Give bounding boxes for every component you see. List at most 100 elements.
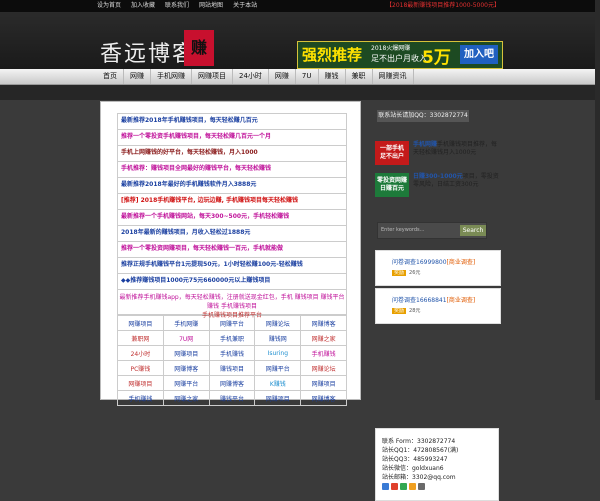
link-grid-cell[interactable]: 赚钱项目 [208,360,256,376]
link-grid-cell[interactable]: 网赚项目 [300,375,347,391]
ad-link-8[interactable]: 2018年最新的赚钱项目，月收入轻松过1888元 [117,226,347,242]
link-grid-cell[interactable]: 赚钱平台 [208,390,256,406]
more-share-icon[interactable] [418,483,425,490]
site-header: 香远博客 赚 强烈推荐 2018火爆网赚 足不出户月收入 5万 加入吧 [0,12,600,69]
nav-item-projects[interactable]: 网赚项目 [192,69,233,84]
promo-1-image: 一部手机 足不出户 [375,141,409,165]
nav-item-home[interactable]: 首页 [97,69,124,84]
survey-2-tag: [商业调查] [446,297,476,304]
weibo-share-icon[interactable] [391,483,398,490]
survey-2-title[interactable]: 问卷调查16668841 [392,297,447,304]
banner-amount: 5万 [422,48,451,68]
ad-link-4[interactable]: 手机推荐：赚钱项目全网最好的赚钱平台，每天轻松赚钱 [117,162,347,178]
link-grid-row: PC赚钱 网赚博客 赚钱项目 网赚平台 网赚论坛 [117,360,347,376]
promo-1-title[interactable]: 手机网赚 [413,141,437,148]
contact-line-3: 站长QQ3：485993247 [382,456,448,463]
top-link-about[interactable]: 关于本站 [233,1,257,11]
search-input[interactable]: Enter keywords... [381,223,424,238]
link-grid-cell[interactable]: 网赚项目 [254,390,302,406]
link-grid-cell[interactable]: 网赚项目 [117,315,164,331]
link-grid-cell[interactable]: 网赚博客 [300,390,347,406]
link-grid-cell[interactable]: 24小时 [117,345,164,361]
logo-text: 香远博客 [100,42,197,67]
link-grid-cell[interactable]: 手机赚钱 [300,345,347,361]
link-grid-cell[interactable]: 网赚平台 [254,360,302,376]
link-grid-cell[interactable]: 赚钱网 [254,330,302,346]
link-grid-cell[interactable]: 网赚之家 [300,330,347,346]
top-link-contact[interactable]: 联系我们 [165,1,189,11]
banner-subline: 2018火爆网赚 [371,45,411,52]
qq-contact-badge: 联系站长请加QQ：3302872774 [377,110,469,122]
nav-item-7u[interactable]: 7U [296,69,319,84]
featured-ad[interactable]: 最新推荐手机赚钱app，每天轻松赚钱，注册就送现金红包，手机 赚钱项目 赚钱平台… [117,290,347,319]
site-logo[interactable]: 香远博客 赚 [100,30,220,72]
survey-2-reward: 28元 [409,308,421,314]
qzone-share-icon[interactable] [409,483,416,490]
nav-item-24h[interactable]: 24小时 [233,69,269,84]
featured-ad-line1: 最新推荐手机赚钱app，每天轻松赚钱，注册就送现金红包，手机 赚钱项目 赚钱平台… [119,294,345,310]
banner-join-button[interactable]: 加入吧 [460,45,498,64]
page-scrollbar[interactable] [595,0,600,400]
link-grid-cell[interactable]: Isuring [254,345,302,361]
nav-item-wangzhuan-2[interactable]: 网赚 [269,69,296,84]
nav-item-wangzhuan[interactable]: 网赚 [124,69,151,84]
top-link-favorite[interactable]: 加入收藏 [131,1,155,11]
link-grid-cell[interactable]: 手机赚钱 [208,345,256,361]
link-grid-cell[interactable]: 兼职网 [117,330,164,346]
ad-link-6[interactable]: [推荐] 2018手机赚钱平台, 边玩边赚, 手机赚钱项目每天轻松赚钱 [117,194,347,210]
ad-link-7[interactable]: 最新推荐一个手机赚钱网站，每天300~500元，手机轻松赚钱 [117,210,347,226]
link-grid-row: 网赚项目 网赚平台 网赚博客 K赚钱 网赚项目 [117,375,347,391]
link-grid-cell[interactable]: 手机赚钱 [117,390,164,406]
survey-card-2[interactable]: 问卷调查16668841[商业调查] 奖励 28元 [375,288,501,324]
link-grid-row: 兼职网 7U网 手机兼职 赚钱网 网赚之家 [117,330,347,346]
link-grid: 网赚项目 手机网赚 网赚平台 网赚论坛 网赚博客 兼职网 7U网 手机兼职 赚钱网 网赚之家 24小… [117,315,347,406]
share-icons [382,483,498,490]
link-grid-cell[interactable]: 网赚项目 [117,375,164,391]
header-divider-band [0,85,600,100]
link-grid-cell[interactable]: 网赚论坛 [300,360,347,376]
survey-1-title[interactable]: 问卷调查16999800 [392,259,447,266]
ad-link-3[interactable]: 手机上网赚钱的好平台，每天轻松赚钱，月入1000 [117,146,347,162]
survey-card-1[interactable]: 问卷调查16999800[商业调查] 奖励 26元 [375,250,501,286]
nav-item-jianzhi[interactable]: 兼职 [346,69,373,84]
qq-share-icon[interactable] [382,483,389,490]
link-grid-cell[interactable]: 网赚博客 [208,375,256,391]
wechat-share-icon[interactable] [400,483,407,490]
link-grid-cell[interactable]: 7U网 [162,330,210,346]
nav-item-news[interactable]: 网赚资讯 [373,69,414,84]
contact-line-1: 联系 Form：3302872774 [382,438,456,445]
ad-link-9[interactable]: 推荐一个零投资网赚项目，每天轻松赚钱一百元，手机就能做 [117,242,347,258]
top-notice-link[interactable]: 【2018最新赚钱项目推荐1000-5000元】 [386,1,500,11]
link-grid-cell[interactable]: 手机兼职 [208,330,256,346]
link-grid-cell[interactable]: 网赚博客 [300,315,347,331]
top-link-home[interactable]: 设为首页 [97,1,121,11]
ad-link-2[interactable]: 推荐一个零投资手机赚钱项目，每天轻松赚几百元一个月 [117,130,347,146]
ad-link-11[interactable]: ◆◆推荐赚钱项目1000元75元660000元以上赚钱项目 [117,274,347,290]
contact-line-5: 站长邮箱：3302@qq.com [382,474,456,481]
contact-line-2: 站长QQ1：472808567(满) [382,447,459,454]
link-grid-cell[interactable]: 网赚之家 [162,390,210,406]
ad-list: 最新推荐2018年手机赚钱项目，每天轻松赚几百元 推荐一个零投资手机赚钱项目，每天… [117,113,347,406]
promo-2-title[interactable]: 日赚300-1000元 [413,173,463,180]
link-grid-row: 手机赚钱 网赚之家 赚钱平台 网赚项目 网赚博客 [117,390,347,406]
banner-headline: 强烈推荐 [302,46,363,64]
sidebar-promo-2[interactable]: 零投资网赚 日赚百元 日赚300-1000元项目，零投资零风险，日结工资300元 [375,173,499,197]
top-link-sitemap[interactable]: 网站地图 [199,1,223,11]
sidebar-promo-1[interactable]: 一部手机 足不出户 手机网赚手机赚钱项目推荐，每天轻松赚钱月入1000元 [375,141,499,165]
link-grid-cell[interactable]: PC赚钱 [117,360,164,376]
ad-link-1[interactable]: 最新推荐2018年手机赚钱项目，每天轻松赚几百元 [117,113,347,130]
ad-link-5[interactable]: 最新推荐2018年最好的手机赚钱软件月入3888元 [117,178,347,194]
nav-item-mobile[interactable]: 手机网赚 [151,69,192,84]
header-banner-ad[interactable]: 强烈推荐 2018火爆网赚 足不出户月收入 5万 加入吧 [297,41,503,69]
survey-1-tag: [商业调查] [446,259,476,266]
ad-link-10[interactable]: 推荐正规手机赚钱平台1元提现50元，1小时轻松赚100元-轻松赚钱 [117,258,347,274]
link-grid-cell[interactable]: K赚钱 [254,375,302,391]
link-grid-cell[interactable]: 网赚项目 [162,345,210,361]
search-button[interactable]: Search [460,225,486,236]
nav-item-zhuanqian[interactable]: 赚钱 [319,69,346,84]
link-grid-row: 24小时 网赚项目 手机赚钱 Isuring 手机赚钱 [117,345,347,361]
link-grid-cell[interactable]: 网赚平台 [162,375,210,391]
main-content: 最新推荐2018年手机赚钱项目，每天轻松赚几百元 推荐一个零投资手机赚钱项目，每天… [100,101,361,406]
top-bar: 设为首页 加入收藏 联系我们 网站地图 关于本站 【2018最新赚钱项目推荐10… [0,0,600,12]
link-grid-cell[interactable]: 网赚博客 [162,360,210,376]
